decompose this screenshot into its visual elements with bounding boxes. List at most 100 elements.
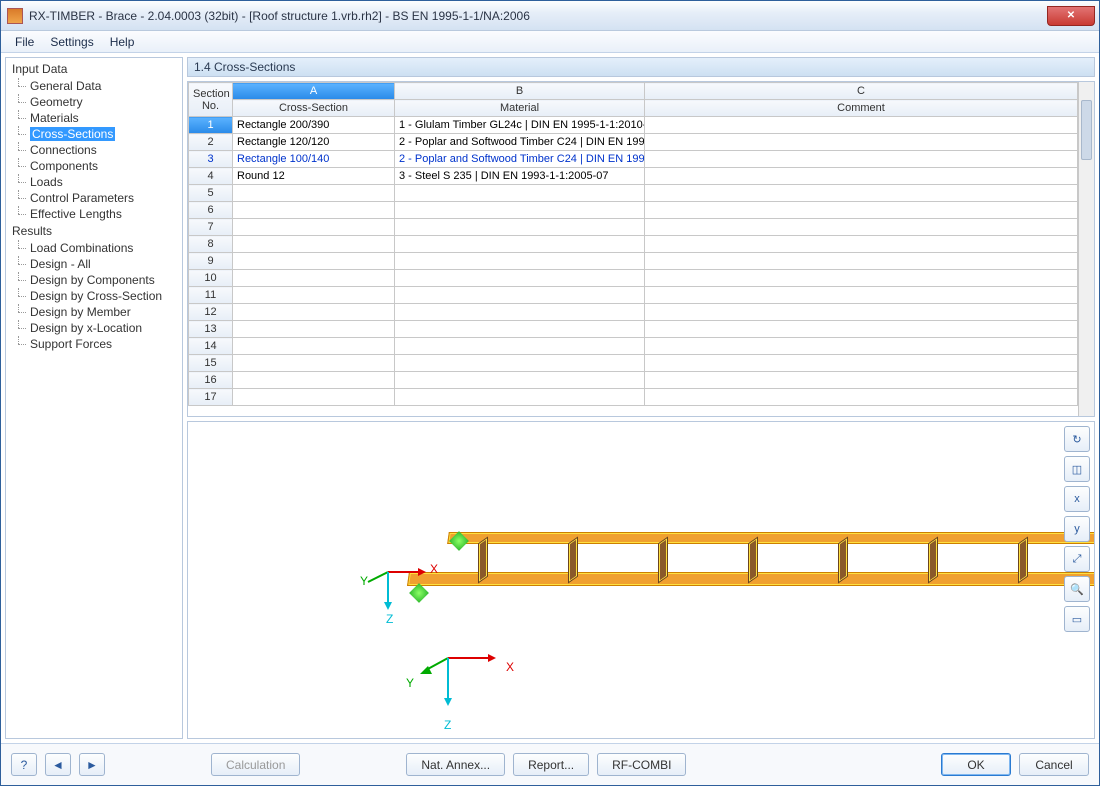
cell[interactable] — [395, 321, 645, 338]
cell[interactable] — [645, 321, 1078, 338]
table-row[interactable]: 5 — [189, 185, 1078, 202]
table-row[interactable]: 3Rectangle 100/1402 - Poplar and Softwoo… — [189, 151, 1078, 168]
table-row[interactable]: 12 — [189, 304, 1078, 321]
tree-item-loads[interactable]: Loads — [12, 174, 182, 190]
table-row[interactable]: 6 — [189, 202, 1078, 219]
cell[interactable] — [645, 270, 1078, 287]
cell[interactable] — [233, 270, 395, 287]
col-header-material[interactable]: Material — [395, 100, 645, 117]
table-row[interactable]: 11 — [189, 287, 1078, 304]
table-row[interactable]: 16 — [189, 372, 1078, 389]
col-letter-b[interactable]: B — [395, 83, 645, 100]
cell[interactable] — [645, 236, 1078, 253]
col-header-comment[interactable]: Comment — [645, 100, 1078, 117]
tree-item-support-forces[interactable]: Support Forces — [12, 336, 182, 352]
row-number[interactable]: 8 — [189, 236, 233, 253]
table-row[interactable]: 13 — [189, 321, 1078, 338]
cell[interactable]: 2 - Poplar and Softwood Timber C24 | DIN… — [395, 134, 645, 151]
cell[interactable]: 2 - Poplar and Softwood Timber C24 | DIN… — [395, 151, 645, 168]
table-row[interactable]: 9 — [189, 253, 1078, 270]
cell[interactable] — [645, 389, 1078, 406]
tree-item-design-by-member[interactable]: Design by Member — [12, 304, 182, 320]
table-row[interactable]: 7 — [189, 219, 1078, 236]
cell[interactable] — [395, 389, 645, 406]
row-number[interactable]: 2 — [189, 134, 233, 151]
cell[interactable] — [395, 253, 645, 270]
tool-iso[interactable]: ◫ — [1064, 456, 1090, 482]
cell[interactable] — [645, 253, 1078, 270]
cancel-button[interactable]: Cancel — [1019, 753, 1089, 776]
cell[interactable] — [395, 304, 645, 321]
row-number[interactable]: 11 — [189, 287, 233, 304]
row-number[interactable]: 17 — [189, 389, 233, 406]
cell[interactable] — [645, 117, 1078, 134]
cell[interactable] — [233, 355, 395, 372]
cell[interactable]: 3 - Steel S 235 | DIN EN 1993-1-1:2005-0… — [395, 168, 645, 185]
cell[interactable] — [645, 202, 1078, 219]
scrollbar-thumb[interactable] — [1081, 100, 1092, 160]
cell[interactable] — [233, 372, 395, 389]
cell[interactable] — [645, 219, 1078, 236]
table-row[interactable]: 8 — [189, 236, 1078, 253]
tree-item-geometry[interactable]: Geometry — [12, 94, 182, 110]
col-letter-a[interactable]: A — [233, 83, 395, 100]
calculation-button[interactable]: Calculation — [211, 753, 300, 776]
cell[interactable] — [233, 338, 395, 355]
cell[interactable]: Round 12 — [233, 168, 395, 185]
row-number[interactable]: 1 — [189, 117, 233, 134]
table-row[interactable]: 15 — [189, 355, 1078, 372]
cell[interactable] — [645, 355, 1078, 372]
cell[interactable] — [395, 236, 645, 253]
tree-item-control-parameters[interactable]: Control Parameters — [12, 190, 182, 206]
cell[interactable] — [233, 304, 395, 321]
tool-view-y[interactable]: y — [1064, 516, 1090, 542]
menu-settings[interactable]: Settings — [42, 33, 101, 51]
cell[interactable] — [645, 372, 1078, 389]
cell[interactable] — [645, 151, 1078, 168]
tool-rotate[interactable]: ↻ — [1064, 426, 1090, 452]
cell[interactable] — [233, 287, 395, 304]
cell[interactable]: Rectangle 100/140 — [233, 151, 395, 168]
row-number[interactable]: 3 — [189, 151, 233, 168]
cell[interactable] — [645, 338, 1078, 355]
row-number[interactable]: 9 — [189, 253, 233, 270]
tree-item-design-by-cross-section[interactable]: Design by Cross-Section — [12, 288, 182, 304]
table-row[interactable]: 1Rectangle 200/3901 - Glulam Timber GL24… — [189, 117, 1078, 134]
cell[interactable] — [233, 389, 395, 406]
menu-file[interactable]: File — [7, 33, 42, 51]
row-number[interactable]: 10 — [189, 270, 233, 287]
row-number[interactable]: 16 — [189, 372, 233, 389]
col-header-cross-section[interactable]: Cross-Section — [233, 100, 395, 117]
table-row[interactable]: 10 — [189, 270, 1078, 287]
tree-item-effective-lengths[interactable]: Effective Lengths — [12, 206, 182, 222]
tree-item-components[interactable]: Components — [12, 158, 182, 174]
table-row[interactable]: 17 — [189, 389, 1078, 406]
prev-button[interactable]: ◄ — [45, 753, 71, 776]
grid-scrollbar[interactable] — [1078, 82, 1094, 416]
cell[interactable] — [645, 287, 1078, 304]
tree-item-load-combinations[interactable]: Load Combinations — [12, 240, 182, 256]
cell[interactable] — [233, 202, 395, 219]
tree-item-design-by-x-location[interactable]: Design by x-Location — [12, 320, 182, 336]
row-number[interactable]: 4 — [189, 168, 233, 185]
nat-annex-button[interactable]: Nat. Annex... — [406, 753, 505, 776]
cell[interactable] — [233, 185, 395, 202]
cell[interactable] — [395, 185, 645, 202]
tree-item-materials[interactable]: Materials — [12, 110, 182, 126]
row-number[interactable]: 15 — [189, 355, 233, 372]
cell[interactable]: 1 - Glulam Timber GL24c | DIN EN 1995-1-… — [395, 117, 645, 134]
cell[interactable] — [233, 219, 395, 236]
cell[interactable] — [233, 321, 395, 338]
row-number[interactable]: 7 — [189, 219, 233, 236]
close-button[interactable]: ✕ — [1047, 6, 1095, 26]
model-viewport[interactable]: X Y Z X Y Z ↻ ◫ x y ⤢ — [187, 421, 1095, 739]
cell[interactable] — [645, 185, 1078, 202]
tree-item-cross-sections[interactable]: Cross-Sections — [12, 126, 182, 142]
ok-button[interactable]: OK — [941, 753, 1011, 776]
tool-numeric[interactable]: ▭ — [1064, 606, 1090, 632]
cell[interactable]: Rectangle 120/120 — [233, 134, 395, 151]
rf-combi-button[interactable]: RF-COMBI — [597, 753, 686, 776]
tree-item-connections[interactable]: Connections — [12, 142, 182, 158]
cell[interactable] — [395, 338, 645, 355]
table-row[interactable]: 4Round 123 - Steel S 235 | DIN EN 1993-1… — [189, 168, 1078, 185]
